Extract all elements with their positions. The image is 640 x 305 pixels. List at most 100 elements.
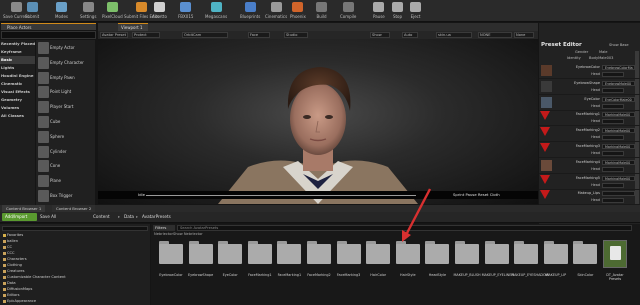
actor-item[interactable]: Cone <box>36 159 95 173</box>
actor-item[interactable]: Empty Character <box>36 56 95 70</box>
preset-row-sub-value[interactable] <box>602 87 624 93</box>
folder-item[interactable] <box>336 240 361 264</box>
tree-item[interactable]: ballen <box>7 239 18 243</box>
preset-row-value[interactable]: MarkingMale00 <box>602 175 635 181</box>
toolbar-button-7[interactable]: FBX015 <box>178 1 193 21</box>
viewport-control[interactable]: Protect <box>132 32 160 38</box>
add-import-button[interactable]: Add/Import <box>2 213 37 221</box>
tab-content-browser-2[interactable]: Content Browser 2 <box>52 205 96 212</box>
actor-item[interactable]: Cylinder <box>36 145 95 159</box>
toolbar-button-16[interactable]: Eject <box>410 1 421 21</box>
data-table-asset[interactable] <box>603 240 627 268</box>
toolbar-button-14[interactable]: Pause <box>373 1 385 21</box>
toolbar-button-3[interactable]: Settings <box>80 1 96 21</box>
gender-value[interactable]: Male <box>599 50 608 54</box>
timeline-controls[interactable]: Sprint Pause Reset Cloth <box>453 192 500 197</box>
toolbar-button-9[interactable]: Blueprints <box>240 1 260 21</box>
breadcrumb-data[interactable]: Data <box>124 214 134 219</box>
toolbar-button-2[interactable]: Modes <box>55 1 68 21</box>
category-item[interactable]: All Classes <box>0 112 35 120</box>
folder-tree-search-input[interactable] <box>2 226 148 231</box>
preset-row-value[interactable]: EyeColorMale00 <box>602 96 635 102</box>
folder-item[interactable] <box>247 240 272 264</box>
preset-row-sub-value[interactable] <box>602 151 624 156</box>
toolbar-button-4[interactable]: PixelCloud <box>102 1 123 21</box>
toolbar-button-6[interactable]: Assetto <box>152 1 167 21</box>
toolbar-button-11[interactable]: Phoenix <box>290 1 306 21</box>
tree-item[interactable]: Customizable Character Content <box>7 275 66 279</box>
actor-item[interactable]: Plane <box>36 174 95 188</box>
identity-value[interactable]: BodyMale003 <box>589 56 613 60</box>
toolbar-button-15[interactable]: Stop <box>392 1 403 21</box>
toolbar-button-12[interactable]: Build <box>316 1 327 21</box>
preset-row-sub-value[interactable] <box>602 103 624 109</box>
actor-item[interactable]: Player Start <box>36 100 95 114</box>
folder-item[interactable] <box>484 240 509 264</box>
folder-item[interactable] <box>573 240 598 264</box>
toolbar-button-10[interactable]: Cinematics <box>265 1 287 21</box>
preset-row-sub-value[interactable] <box>602 166 624 172</box>
tree-item[interactable]: Favorites <box>7 233 23 237</box>
actor-item[interactable]: Point Light <box>36 85 95 99</box>
tree-item[interactable]: Creatures <box>7 269 25 273</box>
tree-item[interactable]: CC <box>7 245 12 249</box>
category-item[interactable]: Basic <box>0 56 35 64</box>
tab-content-browser-1[interactable]: Content Browser 1 <box>2 205 46 212</box>
preset-row-value[interactable]: EyebrowMale00 <box>602 80 635 86</box>
tree-item[interactable]: EpicAppearance <box>7 299 36 303</box>
preset-row-sub-value[interactable] <box>602 72 624 77</box>
category-item[interactable]: Geometry <box>0 96 35 104</box>
viewport-control[interactable]: Auto <box>402 32 418 38</box>
actor-item[interactable]: Empty Pawn <box>36 71 95 85</box>
folder-item[interactable] <box>188 240 213 264</box>
viewport-control[interactable]: Show <box>370 32 390 38</box>
viewport-control[interactable]: skin.ua <box>436 32 472 38</box>
preset-row-sub-value[interactable] <box>602 119 624 125</box>
category-item[interactable]: Lights <box>0 64 35 72</box>
viewport-control[interactable]: NONE <box>478 32 512 38</box>
category-item[interactable]: Keyframe <box>0 48 35 56</box>
viewport-control[interactable]: Avatar Preset <box>100 32 128 38</box>
actor-item[interactable]: Cube <box>36 115 95 129</box>
preset-row-value[interactable]: MarkingMale00 <box>602 112 635 118</box>
viewport-control[interactable]: None <box>514 32 534 38</box>
timeline-scrubber[interactable] <box>146 195 416 196</box>
category-item[interactable]: Recently Placed <box>0 40 35 48</box>
folder-item[interactable] <box>514 240 539 264</box>
viewport-control[interactable]: Studio <box>284 32 308 38</box>
preset-row-value[interactable]: MarkingMale00 <box>602 144 635 149</box>
preset-row-value[interactable]: MarkingMale00 <box>602 128 635 134</box>
category-item[interactable]: Cinematic <box>0 80 35 88</box>
preset-row-sub-value[interactable] <box>602 135 624 141</box>
category-item[interactable]: Visual Effects <box>0 88 35 96</box>
viewport-control[interactable]: Face <box>248 32 270 38</box>
folder-item[interactable] <box>218 240 243 264</box>
preset-row-value[interactable]: MarkingMale00 <box>602 159 635 165</box>
breadcrumb-content[interactable]: Content <box>93 214 110 219</box>
save-all-button[interactable]: Save All <box>40 214 56 219</box>
folder-item[interactable] <box>159 240 183 264</box>
breadcrumb-avatarpresets[interactable]: AvatarPresets <box>142 214 171 219</box>
tree-item[interactable]: DiffusionMaps <box>7 287 32 291</box>
tree-item[interactable]: CCC <box>7 251 15 255</box>
folder-item[interactable] <box>543 240 568 264</box>
sub-path-item[interactable]: Show Nebrlector <box>173 232 203 236</box>
sub-path-item[interactable]: Nebrlector <box>154 232 173 236</box>
viewport-control[interactable]: OrbitCam <box>182 32 228 38</box>
preset-row-sub-value[interactable] <box>602 182 624 188</box>
place-actors-tab[interactable]: Place Actors <box>1 23 96 30</box>
tree-item[interactable]: Editors <box>7 293 20 297</box>
preset-row-sub-value[interactable] <box>602 198 624 204</box>
folder-item[interactable] <box>307 240 331 264</box>
preset-row-value[interactable] <box>602 191 635 197</box>
category-item[interactable]: Houdini Engine <box>0 72 35 80</box>
filters-button[interactable]: Filters <box>153 225 175 231</box>
actor-item[interactable]: Box Trigger <box>36 189 95 203</box>
viewport[interactable] <box>98 39 538 204</box>
show-base-toggle[interactable]: Show Base <box>609 43 629 47</box>
actor-item[interactable]: Empty Actor <box>36 41 95 55</box>
tree-item[interactable]: Characters <box>7 257 27 261</box>
category-item[interactable]: Volumes <box>0 104 35 112</box>
preset-row-value[interactable]: EyebrowColorMa <box>602 65 635 70</box>
toolbar-button-13[interactable]: Compile <box>340 1 356 21</box>
